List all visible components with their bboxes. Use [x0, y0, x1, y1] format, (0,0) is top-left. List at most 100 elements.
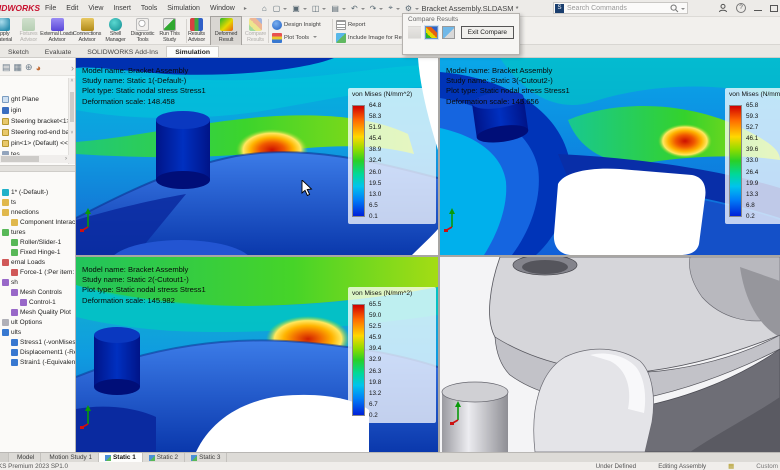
chevron-down-icon[interactable]: [379, 8, 383, 12]
study-tree-item[interactable]: ults: [0, 327, 76, 337]
chevron-down-icon[interactable]: [313, 36, 317, 40]
propertymanager-icon[interactable]: ▦: [14, 62, 23, 73]
compare-image-icon[interactable]: [442, 26, 455, 39]
study-tree-item[interactable]: Force-1 (:Per item: 3,000 N:): [0, 267, 76, 277]
study-tree-item[interactable]: ult Options: [0, 317, 76, 327]
save-icon[interactable]: ◫: [309, 4, 323, 13]
menu-item[interactable]: Edit: [61, 5, 83, 12]
commandmanager-tab[interactable]: Evaluate: [37, 47, 79, 57]
ribbon-button[interactable]: Diagnostic Tools: [130, 17, 155, 45]
viewport-static1-stress-plot[interactable]: Model name: Bracket AssemblyStudy name: …: [76, 58, 438, 255]
restore-window-icon[interactable]: [770, 5, 778, 12]
tree-vertical-scrollbar[interactable]: ˄˅: [68, 78, 75, 164]
ribbon-button[interactable]: Deformed Result: [211, 17, 241, 45]
undo-icon[interactable]: ↶: [348, 4, 361, 13]
exit-compare-button[interactable]: Exit Compare: [461, 26, 514, 39]
ribbon-button[interactable]: Results Advisor: [184, 17, 209, 45]
displaymanager-icon[interactable]: ◕: [36, 63, 41, 73]
featuremanager-tree-icon[interactable]: ▤: [2, 62, 11, 73]
study-tree-item[interactable]: Component Interactions: [0, 217, 76, 227]
redo-icon[interactable]: ↷: [367, 4, 380, 13]
tree-item[interactable]: Steering bracket<1> (Default: [0, 116, 76, 127]
pin-menu-icon[interactable]: ▸: [240, 5, 251, 12]
options-gear-icon[interactable]: ⚙: [402, 4, 415, 13]
study-tree-item[interactable]: Fixed Hinge-1: [0, 247, 76, 257]
menu-item[interactable]: View: [83, 5, 108, 12]
chevron-down-icon[interactable]: [396, 8, 400, 12]
search-commands-box[interactable]: S Search Commands: [553, 2, 688, 14]
home-icon[interactable]: ⌂: [259, 4, 270, 13]
study-tree-item[interactable]: sh: [0, 277, 76, 287]
chevron-down-icon[interactable]: [681, 8, 685, 12]
commandmanager-tab[interactable]: Sketch: [0, 47, 37, 57]
study-tree-item[interactable]: 1* (-Default-): [0, 187, 76, 197]
tree-item[interactable]: igin: [0, 105, 76, 116]
ribbon-button-label2: Advisor: [20, 38, 37, 44]
ribbon-button[interactable]: Compare Results: [243, 17, 268, 45]
tree-item[interactable]: ght Plane: [0, 94, 76, 105]
ribbon-button[interactable]: Shell Manager: [103, 17, 128, 45]
design-insight-button[interactable]: Design Insight: [272, 18, 330, 31]
study-tab[interactable]: Motion Study 1: [41, 453, 99, 462]
search-icon[interactable]: [670, 4, 679, 13]
panel-splitter[interactable]: [0, 165, 76, 172]
status-grid-icon[interactable]: ▦: [728, 462, 734, 470]
expand-panel-arrow-icon[interactable]: ›: [71, 63, 74, 73]
ribbon-button[interactable]: Run This Study: [157, 17, 182, 45]
new-document-icon[interactable]: ▢: [270, 4, 284, 13]
study-tree-item[interactable]: Stress1 (-vonMises-): [0, 337, 76, 347]
tree-item[interactable]: pin<1> (Default) <<Default:: [0, 138, 76, 149]
tree-horizontal-scrollbar[interactable]: ›: [0, 155, 69, 163]
study-tree-item[interactable]: Mesh Quality Plot: [0, 307, 76, 317]
menu-item[interactable]: Simulation: [162, 5, 205, 12]
chevron-down-icon[interactable]: [283, 8, 287, 12]
ribbon-button[interactable]: Connections Advisor: [73, 17, 101, 45]
plot-annotation-line: Model name: Bracket Assembly: [82, 66, 206, 76]
study-tab[interactable]: Static 3: [185, 453, 227, 462]
study-tree-item[interactable]: Roller/Slider-1: [0, 237, 76, 247]
chevron-down-icon[interactable]: [303, 8, 307, 12]
help-icon[interactable]: ?: [736, 3, 746, 13]
compare-all-results-icon[interactable]: [425, 26, 438, 39]
study-tree-item[interactable]: ernal Loads: [0, 257, 76, 267]
select-icon[interactable]: ⌖: [385, 3, 396, 13]
configurationmanager-icon[interactable]: ⊕: [25, 62, 33, 73]
study-tree-item[interactable]: Control-1: [0, 297, 76, 307]
study-tree-item[interactable]: nnections: [0, 207, 76, 217]
study-tree-item[interactable]: ts: [0, 197, 76, 207]
viewport-static2-stress-plot[interactable]: Model name: Bracket AssemblyStudy name: …: [76, 257, 438, 452]
menu-item[interactable]: Window: [205, 5, 240, 12]
study-tab[interactable]: Static 1: [99, 453, 143, 462]
viewport-static3-stress-plot[interactable]: Model name: Bracket AssemblyStudy name: …: [440, 58, 780, 255]
ribbon-button[interactable]: Fixtures Advisor: [16, 17, 41, 45]
viewport-model-view[interactable]: [440, 257, 780, 452]
study-tree-item[interactable]: tures: [0, 227, 76, 237]
minimize-icon[interactable]: [754, 10, 762, 11]
user-account-icon[interactable]: [718, 3, 728, 13]
study-tab[interactable]: Model: [9, 453, 41, 462]
open-icon[interactable]: ▣: [289, 4, 303, 13]
compare-option-icon-disabled: [408, 26, 421, 39]
menu-item[interactable]: Insert: [108, 5, 136, 12]
study-tab[interactable]: Static 2: [143, 453, 185, 462]
plot-tools-button[interactable]: Plot Tools: [272, 31, 330, 44]
study-tree-item[interactable]: Displacement1 (-Res disp-): [0, 347, 76, 357]
commandmanager-tab[interactable]: Simulation: [166, 46, 219, 57]
tab-scroll-stub[interactable]: [0, 453, 9, 462]
chevron-down-icon[interactable]: [361, 8, 365, 12]
menu-item[interactable]: Tools: [136, 5, 162, 12]
chevron-down-icon[interactable]: [415, 8, 419, 12]
ribbon-separator: [268, 19, 269, 43]
ribbon-button[interactable]: External Loads Advisor: [43, 17, 71, 45]
chevron-down-icon[interactable]: [342, 8, 346, 12]
print-icon[interactable]: ▤: [328, 4, 342, 13]
menu-item[interactable]: File: [40, 5, 61, 12]
ribbon-button[interactable]: Apply Material: [0, 17, 14, 45]
tree-item[interactable]: Steering rod-end ball<2> (D: [0, 127, 76, 138]
study-tree-item[interactable]: Strain1 (-Equivalent-): [0, 357, 76, 367]
commandmanager-tab[interactable]: SOLIDWORKS Add-Ins: [79, 47, 166, 57]
study-tree-item[interactable]: Mesh Controls: [0, 287, 76, 297]
tree-item-label: Mesh Quality Plot: [20, 309, 71, 316]
custom-unit-selector[interactable]: Custom: [756, 463, 778, 470]
chevron-down-icon[interactable]: [322, 8, 326, 12]
